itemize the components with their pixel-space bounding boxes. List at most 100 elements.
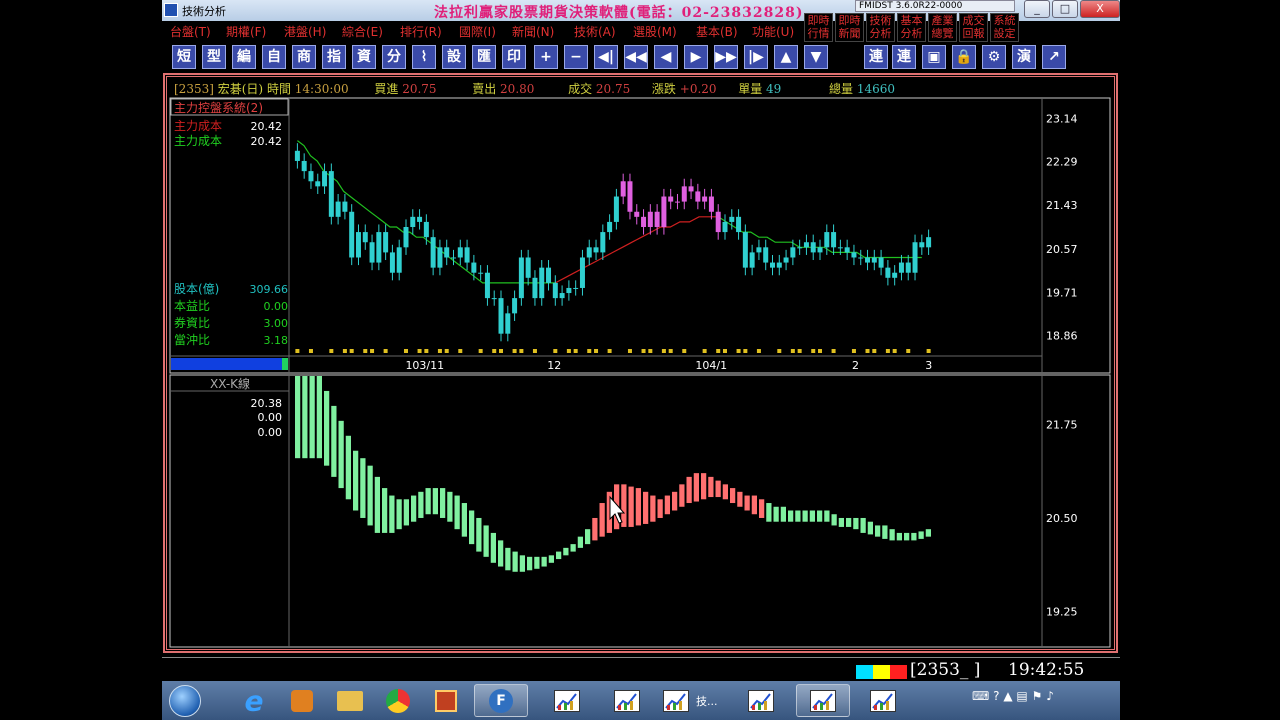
volume-marker: [349, 349, 354, 353]
quick-menu-item-2[interactable]: 技術 分析: [866, 13, 895, 42]
stat-label-capital: 股本(億): [174, 282, 219, 296]
menu-item-4[interactable]: 排行(R): [400, 23, 442, 40]
close-button[interactable]: X: [1080, 0, 1120, 18]
toolbar-button-26[interactable]: ⚙: [982, 45, 1006, 69]
toolbar-button-11[interactable]: 印: [502, 45, 526, 69]
taskbar-chrome[interactable]: [376, 684, 420, 717]
toolbar-button-5[interactable]: 指: [322, 45, 346, 69]
candle-body: [484, 272, 490, 299]
language-icon[interactable]: ⌨: [972, 689, 989, 703]
chart-area[interactable]: 主力控盤系統(2) 主力成本 20.42 主力成本 20.42 股本(億) 30…: [162, 73, 1120, 653]
toolbar-button-18[interactable]: ▶▶: [714, 45, 738, 69]
quick-menu-item-3[interactable]: 基本 分析: [897, 13, 926, 42]
candle-body: [349, 211, 355, 258]
volume-marker: [519, 349, 524, 353]
toolbar-button-6[interactable]: 資: [352, 45, 376, 69]
toolbar-button-16[interactable]: ◀: [654, 45, 678, 69]
taskbar-chart-app-0[interactable]: [540, 684, 594, 717]
taskbar-chart-app-5[interactable]: [856, 684, 910, 717]
candle-body: [865, 257, 871, 263]
candle-body: [749, 252, 755, 268]
taskbar-ie[interactable]: e: [232, 684, 276, 717]
xk-bar: [461, 503, 467, 537]
candle-body: [444, 247, 450, 258]
xk-bar: [512, 551, 518, 572]
toolbar-button-27[interactable]: 演: [1012, 45, 1036, 69]
taskbar-chart-app-2[interactable]: 技...: [660, 684, 728, 717]
scroll-bar[interactable]: [171, 358, 286, 370]
toolbar-button-2[interactable]: 編: [232, 45, 256, 69]
menu-item-10[interactable]: 功能(U): [752, 23, 794, 40]
toolbar-button-0[interactable]: 短: [172, 45, 196, 69]
menu-item-3[interactable]: 綜合(E): [342, 23, 383, 40]
start-button[interactable]: [166, 684, 204, 717]
quick-menu-item-1[interactable]: 即時 新聞: [835, 13, 864, 42]
toolbar-button-17[interactable]: ▶: [684, 45, 708, 69]
toolbar-button-22[interactable]: 連: [864, 45, 888, 69]
toolbar-button-1[interactable]: 型: [202, 45, 226, 69]
candle-body: [776, 262, 782, 268]
candle-body: [308, 171, 314, 182]
menu-item-1[interactable]: 期權(F): [226, 23, 266, 40]
menu-item-9[interactable]: 基本(B): [696, 23, 738, 40]
candle-body: [851, 252, 857, 258]
toolbar-button-13[interactable]: −: [564, 45, 588, 69]
taskbar-chart-app-3[interactable]: [734, 684, 788, 717]
menu-item-8[interactable]: 選股(M): [633, 23, 677, 40]
xk-bar: [759, 499, 765, 518]
taskbar-chart-app-4[interactable]: [796, 684, 850, 717]
toolbar-button-23[interactable]: 連: [892, 45, 916, 69]
toolbar-button-19[interactable]: |▶: [744, 45, 768, 69]
volume-icon[interactable]: ♪: [1046, 689, 1054, 703]
toolbar-button-20[interactable]: ▲: [774, 45, 798, 69]
toolbar-button-15[interactable]: ◀◀: [624, 45, 648, 69]
volume-marker: [478, 349, 483, 353]
notification-arrow-icon[interactable]: ▲: [1003, 689, 1012, 703]
xk-bar: [679, 484, 685, 507]
toolbar-button-8[interactable]: ⌇: [412, 45, 436, 69]
toolbar-button-10[interactable]: 匯: [472, 45, 496, 69]
toolbar-button-4[interactable]: 商: [292, 45, 316, 69]
status-color-block: [890, 665, 907, 679]
quick-menu-item-0[interactable]: 即時 行情: [804, 13, 833, 42]
xk-bar: [766, 503, 772, 522]
menu-item-5[interactable]: 國際(I): [459, 23, 496, 40]
toolbar-button-3[interactable]: 自: [262, 45, 286, 69]
help-icon[interactable]: ?: [993, 689, 999, 703]
toolbar-button-24[interactable]: ▣: [922, 45, 946, 69]
menu-item-0[interactable]: 台盤(T): [170, 23, 211, 40]
xk-bar: [860, 517, 866, 533]
menu-item-7[interactable]: 技術(A): [574, 23, 616, 40]
toolbar-button-14[interactable]: ◀|: [594, 45, 618, 69]
menu-item-6[interactable]: 新聞(N): [512, 23, 554, 40]
taskbar-media-player[interactable]: [280, 684, 324, 717]
volume-marker: [722, 349, 727, 353]
taskbar-fmidst[interactable]: F: [474, 684, 528, 717]
menu-item-2[interactable]: 港盤(H): [284, 23, 326, 40]
volume-marker: [607, 349, 612, 353]
status-stock-code[interactable]: [2353_ ]: [910, 660, 980, 680]
candle-body: [498, 298, 504, 334]
quick-menu-item-4[interactable]: 產業 總覽: [928, 13, 957, 42]
maximize-button[interactable]: □: [1052, 0, 1078, 18]
toolbar-button-28[interactable]: ↗: [1042, 45, 1066, 69]
candle-body: [770, 262, 775, 268]
toolbar-button-21[interactable]: ▼: [804, 45, 828, 69]
quick-menu-item-6[interactable]: 系統 設定: [990, 13, 1019, 42]
taskbar-explorer[interactable]: [328, 684, 372, 717]
toolbar-button-25[interactable]: 🔒: [952, 45, 976, 69]
flag-icon[interactable]: ⚑: [1032, 689, 1043, 703]
scroll-thumb[interactable]: [282, 358, 288, 370]
taskbar-app[interactable]: [424, 684, 468, 717]
volume-marker: [499, 349, 504, 353]
toolbar-button-12[interactable]: +: [534, 45, 558, 69]
xk-bar: [505, 547, 511, 571]
toolbar-button-9[interactable]: 設: [442, 45, 466, 69]
minimize-button[interactable]: _: [1024, 0, 1050, 18]
quick-menu-item-5[interactable]: 成交 回報: [959, 13, 988, 42]
network-icon[interactable]: ▤: [1016, 689, 1027, 703]
candle-body: [844, 247, 850, 253]
toolbar-button-7[interactable]: 分: [382, 45, 406, 69]
xk-bar: [338, 420, 344, 489]
taskbar-chart-app-1[interactable]: [600, 684, 654, 717]
